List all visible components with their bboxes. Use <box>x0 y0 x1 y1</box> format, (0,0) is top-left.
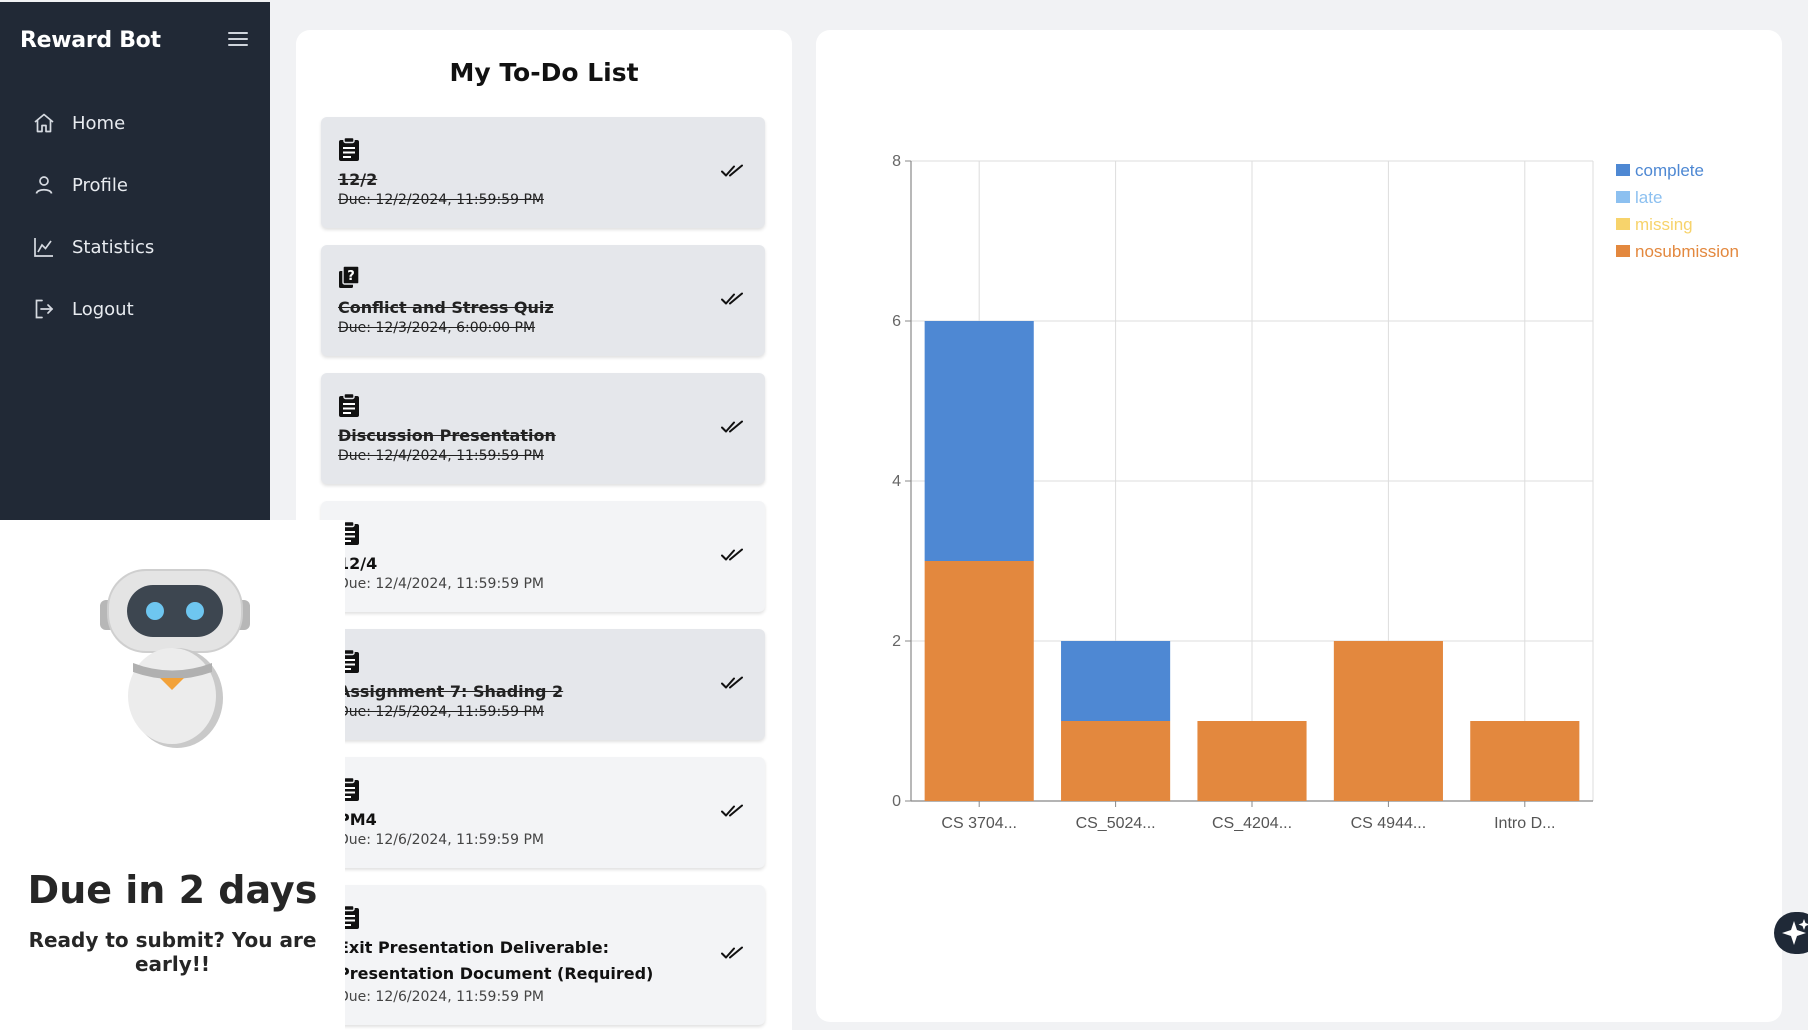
double-check-icon[interactable] <box>721 945 743 961</box>
sidebar-item-home[interactable]: Home <box>32 106 125 140</box>
statistics-chart-card: 0 2 4 6 8 CS 3704... CS_5024... CS_4204... CS 49… <box>816 30 1782 1022</box>
todo-item-due: Due: 12/2/2024, 11:59:59 PM <box>338 192 544 208</box>
todo-item-due: Due: 12/6/2024, 11:59:59 PM <box>338 989 544 1005</box>
todo-item[interactable]: Exit Presentation Deliverable: Presentat… <box>321 885 765 1025</box>
bar-nosubmission <box>1333 641 1443 801</box>
todo-item-name: PM4 <box>338 810 377 829</box>
todo-title: My To-Do List <box>449 58 639 87</box>
todo-item-due: Due: 12/6/2024, 11:59:59 PM <box>338 832 544 848</box>
home-icon <box>34 113 54 133</box>
app-title: Reward Bot <box>20 28 161 53</box>
bar-complete <box>1061 641 1171 721</box>
legend-label-missing: missing <box>1635 215 1693 234</box>
double-check-icon[interactable] <box>721 291 743 307</box>
bot-title: Due in 2 days <box>27 868 318 912</box>
x-tick-label: CS_4204... <box>1212 815 1292 832</box>
chart-line-icon <box>34 238 53 257</box>
sidebar-item-label: Statistics <box>72 236 155 258</box>
x-tick-label: CS 4944... <box>1351 815 1427 832</box>
legend-swatch-late <box>1616 191 1630 203</box>
todo-item-due: Due: 12/4/2024, 11:59:59 PM <box>338 576 544 592</box>
legend-label-complete: complete <box>1635 161 1704 180</box>
todo-item-due: Due: 12/5/2024, 11:59:59 PM <box>338 704 544 720</box>
bar-nosubmission <box>1061 721 1171 801</box>
bar-nosubmission <box>1470 721 1580 801</box>
sidebar: Reward Bot Home Profile Statistics Logou… <box>0 2 270 520</box>
double-check-icon[interactable] <box>721 547 743 563</box>
todo-item-name: Assignment 7: Shading 2 <box>338 682 564 701</box>
double-check-icon[interactable] <box>721 675 743 691</box>
sidebar-item-logout[interactable]: Logout <box>32 292 134 326</box>
quiz-icon: ? <box>339 265 360 288</box>
bar-nosubmission <box>924 561 1034 801</box>
todo-item[interactable]: Discussion Presentation Due: 12/4/2024, … <box>321 373 765 484</box>
legend-swatch-missing <box>1616 218 1630 230</box>
y-tick-label: 2 <box>892 633 901 650</box>
legend-swatch-complete <box>1616 164 1630 176</box>
todo-item[interactable]: 12/4 Due: 12/4/2024, 11:59:59 PM <box>321 501 765 612</box>
double-check-icon[interactable] <box>721 419 743 435</box>
todo-item-due: Due: 12/3/2024, 6:00:00 PM <box>338 320 536 336</box>
todo-item-name: Exit Presentation Deliverable: Presentat… <box>338 938 654 983</box>
legend-label-nosubmission: nosubmission <box>1635 242 1739 261</box>
todo-item[interactable]: 12/2 Due: 12/2/2024, 11:59:59 PM <box>321 117 765 228</box>
todo-item-name: 12/4 <box>338 554 378 573</box>
todo-item-name: Conflict and Stress Quiz <box>338 298 554 317</box>
sidebar-item-statistics[interactable]: Statistics <box>32 230 154 264</box>
sidebar-item-label: Home <box>72 112 126 134</box>
clipboard-icon <box>339 137 359 161</box>
bar-nosubmission <box>1197 721 1307 801</box>
todo-list: 12/2 Due: 12/2/2024, 11:59:59 PM ? Confl… <box>321 117 765 1030</box>
bar-complete <box>924 321 1034 561</box>
todo-item-name: Discussion Presentation <box>338 426 556 445</box>
reward-bot-panel: Due in 2 days Ready to submit? You are e… <box>0 520 345 1030</box>
sidebar-item-label: Logout <box>72 298 134 320</box>
x-tick-label: Intro D... <box>1494 815 1555 832</box>
y-tick-label: 8 <box>892 153 901 170</box>
sparkle-icon <box>1782 919 1808 945</box>
sidebar-item-label: Profile <box>72 174 128 196</box>
user-icon <box>35 176 53 194</box>
menu-toggle-icon[interactable] <box>228 32 248 50</box>
double-check-icon[interactable] <box>721 803 743 819</box>
x-tick-label: CS_5024... <box>1076 815 1156 832</box>
todo-item-name: 12/2 <box>338 170 378 189</box>
y-tick-label: 0 <box>892 793 901 810</box>
legend-label-late: late <box>1635 188 1662 207</box>
y-tick-label: 6 <box>892 313 901 330</box>
assistant-button[interactable] <box>1774 912 1808 954</box>
bot-message: Ready to submit? You are early!! <box>28 928 317 976</box>
logout-icon <box>35 299 54 319</box>
todo-item[interactable]: Assignment 7: Shading 2 Due: 12/5/2024, … <box>321 629 765 740</box>
todo-item[interactable]: ? Conflict and Stress Quiz Due: 12/3/202… <box>321 245 765 356</box>
sidebar-item-profile[interactable]: Profile <box>32 168 128 202</box>
todo-item[interactable]: PM4 Due: 12/6/2024, 11:59:59 PM <box>321 757 765 868</box>
clipboard-icon <box>339 393 359 417</box>
legend-swatch-nosubmission <box>1616 245 1630 257</box>
svg-text:?: ? <box>347 269 355 284</box>
double-check-icon[interactable] <box>721 163 743 179</box>
todo-card: My To-Do List 12/2 Due: 12/2/2024, 11:59… <box>296 30 792 1030</box>
todo-item-due: Due: 12/4/2024, 11:59:59 PM <box>338 448 544 464</box>
stacked-bar-chart: 0 2 4 6 8 CS 3704... CS_5024... CS_4204... CS 49… <box>892 153 1739 832</box>
x-tick-label: CS 3704... <box>941 815 1017 832</box>
y-tick-label: 4 <box>892 473 901 490</box>
robot-mascot-icon <box>100 569 250 748</box>
